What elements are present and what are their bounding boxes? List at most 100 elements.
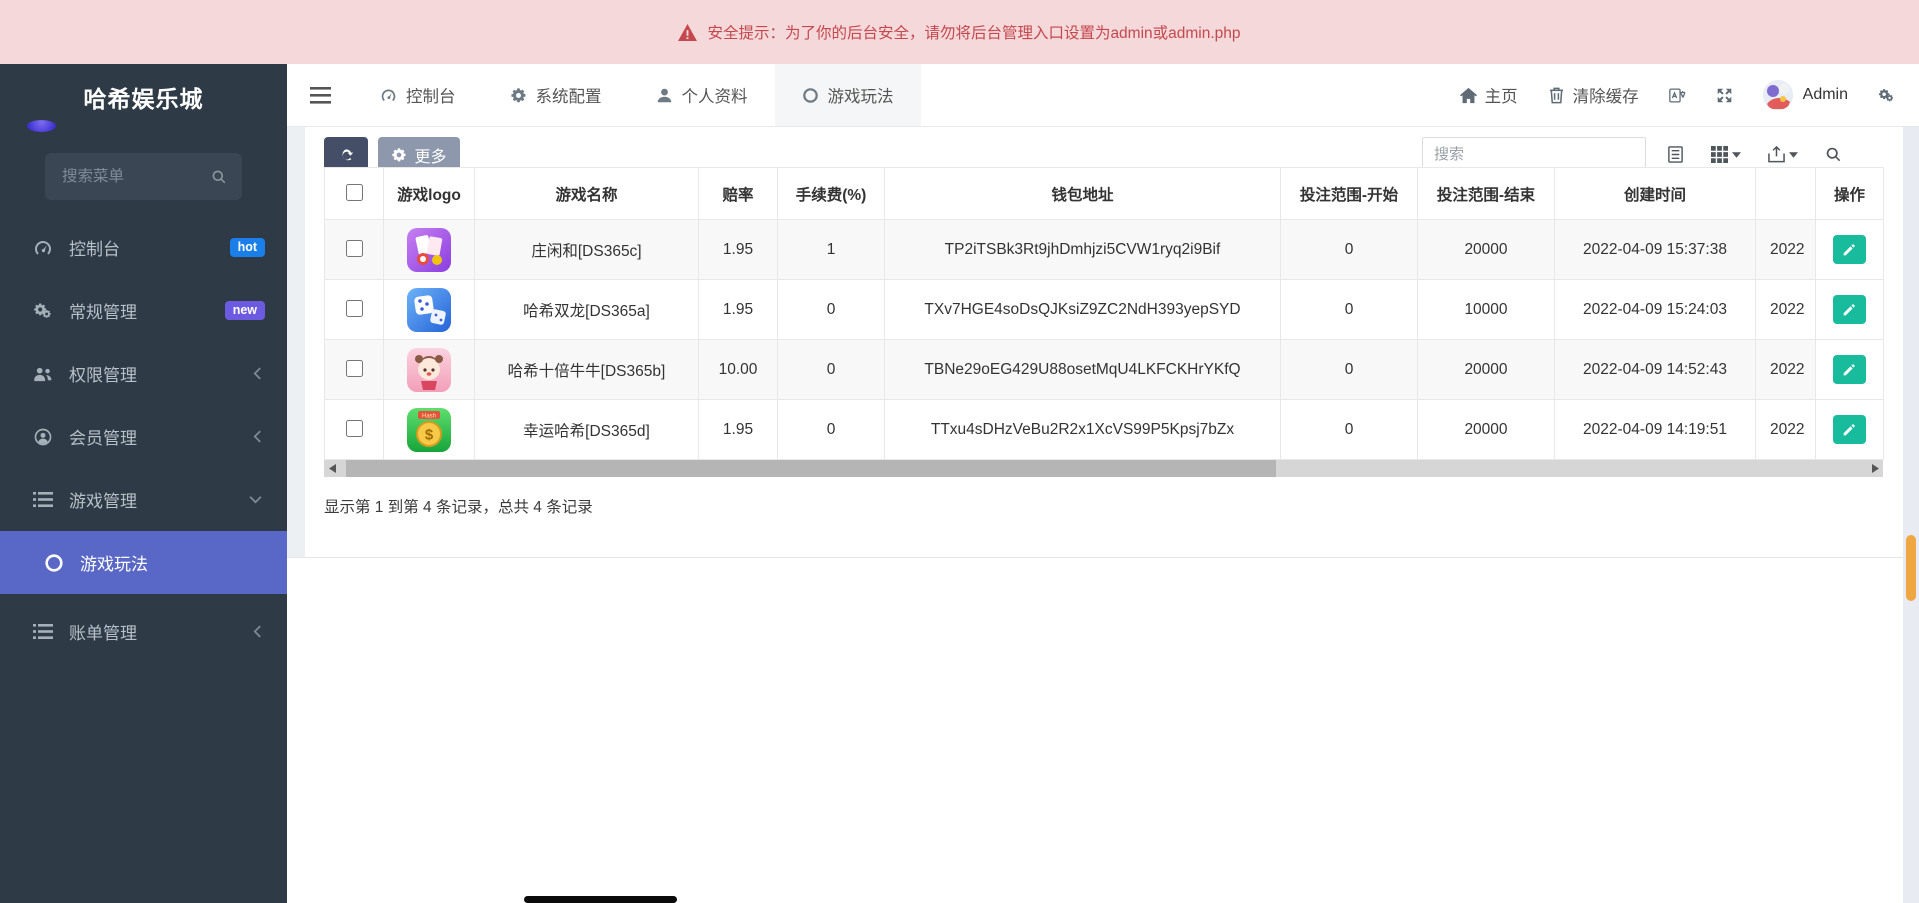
scrollbar-thumb[interactable] bbox=[346, 460, 1276, 477]
security-banner-text: 安全提示：为了你的后台安全，请勿将后台管理入口设置为admin或admin.ph… bbox=[707, 25, 1241, 42]
cell-name: 哈希双龙[DS365a] bbox=[474, 279, 699, 340]
cell-logo bbox=[383, 279, 475, 340]
badge-new: new bbox=[224, 300, 265, 321]
cell-bet-end: 20000 bbox=[1417, 399, 1555, 460]
row-checkbox[interactable] bbox=[346, 240, 363, 257]
users-icon bbox=[30, 364, 56, 384]
cell-logo bbox=[383, 339, 475, 400]
sidebar-item-member[interactable]: 会员管理 bbox=[0, 405, 287, 468]
sidebar-item-label: 权限管理 bbox=[69, 366, 137, 385]
cell-bet-end: 20000 bbox=[1417, 219, 1555, 280]
column-header-bet_end: 投注范围-结束 bbox=[1417, 167, 1555, 220]
pencil-icon bbox=[1842, 422, 1857, 437]
home-icon bbox=[1459, 87, 1477, 104]
caret-down-icon bbox=[1732, 151, 1741, 158]
nav-home-link[interactable]: 主页 bbox=[1459, 83, 1518, 107]
scrollbar-track[interactable] bbox=[340, 460, 1867, 477]
column-header-odds: 赔率 bbox=[698, 167, 778, 220]
more-button-label: 更多 bbox=[414, 148, 447, 166]
pencil-icon bbox=[1842, 242, 1857, 257]
username: Admin bbox=[1802, 86, 1848, 103]
cell-updated-truncated: 2022 bbox=[1755, 219, 1816, 280]
column-header-select bbox=[324, 167, 384, 220]
search-toggle-button[interactable] bbox=[1825, 146, 1842, 163]
nav-clear-cache-label: 清除缓存 bbox=[1572, 88, 1639, 106]
cell-fee: 1 bbox=[777, 219, 885, 280]
cell-select bbox=[324, 399, 384, 460]
trash-icon bbox=[1548, 87, 1565, 104]
table-row: 哈希双龙[DS365a] 1.95 0 TXv7HGE4soDsQJKsiZ9ZC2N… bbox=[324, 279, 1884, 340]
table-row: 哈希十倍牛牛[DS365b] 10.00 0 TBNe29oEG429U88osetM… bbox=[324, 339, 1884, 400]
chevron-left-icon bbox=[253, 625, 262, 638]
cell-odds: 1.95 bbox=[698, 399, 778, 460]
circle-icon bbox=[41, 553, 67, 573]
table-header-row: 游戏logo 游戏名称 赔率 手续费(%) 钱包地址 投注范围-开始 投注范围-结束 创建时间… bbox=[324, 167, 1884, 220]
page-vertical-scrollbar[interactable] bbox=[1903, 127, 1919, 903]
cell-logo bbox=[383, 219, 475, 280]
app-title: 哈希娱乐城 bbox=[83, 86, 204, 112]
sidebar-item-general[interactable]: 常规管理 new bbox=[0, 279, 287, 342]
edit-button[interactable] bbox=[1833, 415, 1866, 444]
horizontal-scrollbar[interactable] bbox=[324, 460, 1883, 477]
nav-settings-button[interactable] bbox=[1878, 87, 1895, 104]
vertical-scroll-thumb[interactable] bbox=[1906, 535, 1916, 601]
row-checkbox[interactable] bbox=[346, 300, 363, 317]
cell-wallet: TTxu4sDHzVeBu2R2x1XcVS99P5Kpsj7bZx bbox=[884, 399, 1281, 460]
user-circle-icon bbox=[30, 427, 56, 447]
edit-button[interactable] bbox=[1833, 295, 1866, 324]
record-summary: 显示第 1 到第 4 条记录，总共 4 条记录 bbox=[324, 499, 593, 516]
sidebar-item-auth[interactable]: 权限管理 bbox=[0, 342, 287, 405]
sidebar-item-gameplay[interactable]: 游戏玩法 bbox=[0, 531, 287, 594]
scroll-left-arrow[interactable] bbox=[324, 460, 340, 477]
sidebar-item-console[interactable]: 控制台 hot bbox=[0, 216, 287, 279]
cell-odds: 1.95 bbox=[698, 219, 778, 280]
column-header-logo: 游戏logo bbox=[383, 167, 475, 220]
scroll-right-arrow[interactable] bbox=[1867, 460, 1883, 477]
cell-created: 2022-04-09 14:52:43 bbox=[1554, 339, 1756, 400]
select-all-checkbox[interactable] bbox=[346, 184, 363, 201]
tab-console[interactable]: 控制台 bbox=[353, 64, 483, 126]
nav-fullscreen-button[interactable] bbox=[1716, 87, 1733, 104]
edit-button[interactable] bbox=[1833, 355, 1866, 384]
table-row: Hash $ 幸运哈希[DS365d] 1.95 0 TTxu4sDHzVeBu2R2x1… bbox=[324, 399, 1884, 460]
top-navbar: 控制台 系统配置 个人资料 游戏玩法 主页 清除缓存 Admin bbox=[287, 64, 1919, 127]
table-row: 庄闲和[DS365c] 1.95 1 TP2iTSBk3Rt9jhDmhjzi5CVW… bbox=[324, 219, 1884, 280]
game-logo-purple-cards bbox=[385, 227, 474, 272]
tab-gameplay[interactable]: 游戏玩法 bbox=[774, 64, 921, 126]
cell-select bbox=[324, 279, 384, 340]
cell-odds: 10.00 bbox=[698, 339, 778, 400]
cell-created: 2022-04-09 15:37:38 bbox=[1554, 219, 1756, 280]
search-icon bbox=[211, 169, 227, 185]
sidebar-item-label: 控制台 bbox=[69, 240, 120, 259]
nav-tabs: 控制台 系统配置 个人资料 游戏玩法 bbox=[353, 64, 921, 126]
cell-select bbox=[324, 219, 384, 280]
main-content: 更多 游戏logo游戏名称赔率手续费(%)钱包地址投注范围-开始投注范围-结 bbox=[287, 127, 1903, 903]
tab-system-config[interactable]: 系统配置 bbox=[483, 64, 629, 126]
nav-home-label: 主页 bbox=[1484, 88, 1518, 106]
sidebar-search-input[interactable] bbox=[45, 167, 211, 186]
cell-fee: 0 bbox=[777, 399, 885, 460]
cell-name: 庄闲和[DS365c] bbox=[474, 219, 699, 280]
edit-button[interactable] bbox=[1833, 235, 1866, 264]
chevron-down-icon bbox=[249, 495, 262, 504]
row-checkbox[interactable] bbox=[346, 360, 363, 377]
nav-language-button[interactable] bbox=[1668, 87, 1686, 104]
cell-updated-truncated: 2022 bbox=[1755, 279, 1816, 340]
cell-fee: 0 bbox=[777, 339, 885, 400]
sidebar: 哈希娱乐城 控制台 hot 常规管理 new 权限管理会员管理游戏管理游戏玩法账单管理 bbox=[0, 64, 287, 903]
user-menu[interactable]: Admin bbox=[1762, 80, 1848, 110]
nav-clear-cache-link[interactable]: 清除缓存 bbox=[1548, 83, 1639, 107]
tab-profile[interactable]: 个人资料 bbox=[629, 64, 775, 126]
columns-button[interactable] bbox=[1711, 146, 1741, 163]
svg-text:$: $ bbox=[425, 426, 434, 443]
sidebar-item-game[interactable]: 游戏管理 bbox=[0, 468, 287, 531]
menu-toggle-button[interactable] bbox=[287, 64, 353, 126]
gear-icon bbox=[391, 147, 407, 163]
toggle-view-button[interactable] bbox=[1667, 146, 1684, 163]
cell-bet-start: 0 bbox=[1280, 279, 1418, 340]
row-checkbox[interactable] bbox=[346, 420, 363, 437]
sidebar-item-billing[interactable]: 账单管理 bbox=[0, 600, 287, 663]
sidebar-item-label: 游戏管理 bbox=[69, 492, 137, 511]
export-button[interactable] bbox=[1768, 146, 1798, 163]
cell-bet-start: 0 bbox=[1280, 219, 1418, 280]
